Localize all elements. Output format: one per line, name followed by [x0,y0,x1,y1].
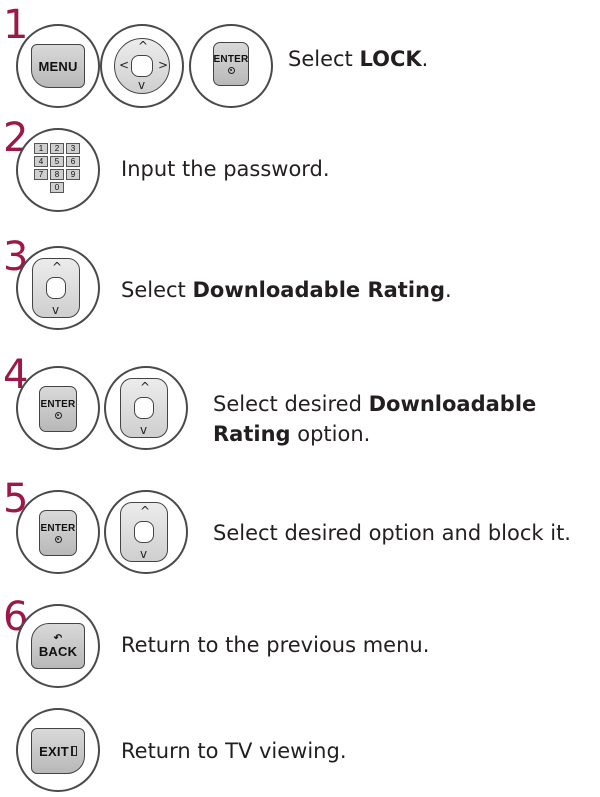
arrow-down-icon[interactable]: v [140,548,147,560]
menu-button-label: MENU [38,58,78,74]
numpad-key-6[interactable]: 6 [66,156,80,167]
enter-dot-icon [54,535,62,543]
updown-pad-ok-4[interactable] [134,397,154,419]
exit-door-icon [70,746,77,756]
step-4-text-bold-2: Rating [213,422,291,447]
step-4-text: Select desired Downloadable Rating optio… [213,389,593,450]
step-1-text-a: Select [288,47,360,71]
step-1-text-b: . [421,47,429,71]
step-6-text: Return to the previous menu. [121,633,430,657]
nav-pad[interactable]: ^ v < > [114,38,170,94]
exit-button[interactable]: EXIT [31,728,85,774]
arrow-up-icon[interactable]: ^ [140,381,150,393]
updown-pad-5[interactable]: ^ v [120,502,168,562]
arrow-right-icon[interactable]: > [158,59,168,71]
back-arrow-icon: ↶ [53,633,63,644]
numpad-key-2[interactable]: 2 [50,143,64,154]
enter-button-4[interactable]: ENTER [39,386,77,432]
updown-pad-4[interactable]: ^ v [120,378,168,438]
nav-pad-ok[interactable] [131,55,153,77]
arrow-up-icon[interactable]: ^ [138,40,148,52]
updown-pad-ok-5[interactable] [134,521,154,543]
arrow-down-icon[interactable]: v [52,304,59,316]
step-3-text-bold: Downloadable Rating [192,278,446,302]
step-5-text: Select desired option and block it. [213,521,571,545]
enter-button-label: ENTER [40,522,76,534]
numpad-key-5[interactable]: 5 [50,156,64,167]
numpad-spacer [34,182,48,193]
step-2-text: Input the password. [121,157,330,181]
back-button[interactable]: ↶ BACK [31,623,85,669]
updown-pad-ok-3[interactable] [46,277,66,299]
arrow-up-icon[interactable]: ^ [52,261,62,273]
step-4-text-bold: Downloadable [368,392,537,416]
step-1-text: Select LOCK. [288,44,428,74]
step-4-text-a: Select desired [213,392,369,416]
enter-dot-icon [227,66,235,74]
enter-button-label: ENTER [213,53,249,65]
arrow-up-icon[interactable]: ^ [140,505,150,517]
arrow-down-icon[interactable]: v [140,424,147,436]
step-7-text: Return to TV viewing. [121,739,347,763]
back-button-label: BACK [38,644,78,659]
step-3-text-b: . [445,278,452,302]
numpad-key-3[interactable]: 3 [66,143,80,154]
numpad-key-0[interactable]: 0 [50,182,64,193]
arrow-down-icon[interactable]: v [138,79,145,91]
numpad-key-4[interactable]: 4 [34,156,48,167]
exit-button-label: EXIT [39,743,69,759]
enter-button-label: ENTER [40,398,76,410]
number-keypad[interactable]: 1 2 3 4 5 6 7 8 9 0 [34,143,80,193]
numpad-key-9[interactable]: 9 [66,169,80,180]
menu-button[interactable]: MENU [31,44,85,88]
step-4-text-b: option. [290,422,371,447]
step-3-text-a: Select [121,278,193,302]
numpad-key-8[interactable]: 8 [50,169,64,180]
step-1-text-bold: LOCK [359,47,422,71]
enter-dot-icon [54,411,62,419]
step-3-text: Select Downloadable Rating. [121,275,452,305]
numpad-key-7[interactable]: 7 [34,169,48,180]
enter-button[interactable]: ENTER [213,42,249,86]
updown-pad-3[interactable]: ^ v [32,258,80,318]
numpad-key-1[interactable]: 1 [34,143,48,154]
arrow-left-icon[interactable]: < [119,59,129,71]
enter-button-5[interactable]: ENTER [39,510,77,556]
